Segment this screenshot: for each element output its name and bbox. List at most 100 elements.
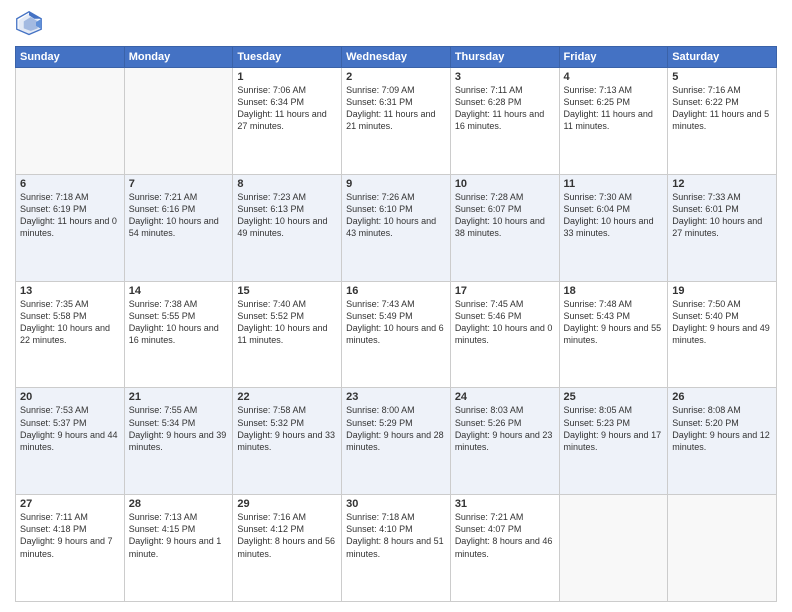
col-header-friday: Friday xyxy=(559,47,668,68)
calendar-cell: 1Sunrise: 7:06 AM Sunset: 6:34 PM Daylig… xyxy=(233,68,342,175)
calendar-cell xyxy=(16,68,125,175)
day-detail: Sunrise: 7:50 AM Sunset: 5:40 PM Dayligh… xyxy=(672,298,772,347)
calendar-cell: 21Sunrise: 7:55 AM Sunset: 5:34 PM Dayli… xyxy=(124,388,233,495)
calendar-cell: 7Sunrise: 7:21 AM Sunset: 6:16 PM Daylig… xyxy=(124,174,233,281)
col-header-monday: Monday xyxy=(124,47,233,68)
day-number: 30 xyxy=(346,498,446,510)
calendar-cell: 2Sunrise: 7:09 AM Sunset: 6:31 PM Daylig… xyxy=(342,68,451,175)
calendar-cell: 24Sunrise: 8:03 AM Sunset: 5:26 PM Dayli… xyxy=(450,388,559,495)
day-detail: Sunrise: 8:03 AM Sunset: 5:26 PM Dayligh… xyxy=(455,404,555,453)
calendar-cell: 10Sunrise: 7:28 AM Sunset: 6:07 PM Dayli… xyxy=(450,174,559,281)
day-detail: Sunrise: 7:28 AM Sunset: 6:07 PM Dayligh… xyxy=(455,191,555,240)
day-number: 4 xyxy=(564,71,664,83)
day-detail: Sunrise: 7:40 AM Sunset: 5:52 PM Dayligh… xyxy=(237,298,337,347)
calendar-row-1: 1Sunrise: 7:06 AM Sunset: 6:34 PM Daylig… xyxy=(16,68,777,175)
day-number: 17 xyxy=(455,285,555,297)
day-number: 13 xyxy=(20,285,120,297)
col-header-sunday: Sunday xyxy=(16,47,125,68)
day-number: 24 xyxy=(455,391,555,403)
day-detail: Sunrise: 7:21 AM Sunset: 4:07 PM Dayligh… xyxy=(455,511,555,560)
calendar-cell: 3Sunrise: 7:11 AM Sunset: 6:28 PM Daylig… xyxy=(450,68,559,175)
day-detail: Sunrise: 7:23 AM Sunset: 6:13 PM Dayligh… xyxy=(237,191,337,240)
day-number: 5 xyxy=(672,71,772,83)
calendar-cell: 16Sunrise: 7:43 AM Sunset: 5:49 PM Dayli… xyxy=(342,281,451,388)
day-number: 16 xyxy=(346,285,446,297)
col-header-saturday: Saturday xyxy=(668,47,777,68)
calendar-cell: 18Sunrise: 7:48 AM Sunset: 5:43 PM Dayli… xyxy=(559,281,668,388)
day-number: 1 xyxy=(237,71,337,83)
calendar-cell: 6Sunrise: 7:18 AM Sunset: 6:19 PM Daylig… xyxy=(16,174,125,281)
day-detail: Sunrise: 7:48 AM Sunset: 5:43 PM Dayligh… xyxy=(564,298,664,347)
day-detail: Sunrise: 7:45 AM Sunset: 5:46 PM Dayligh… xyxy=(455,298,555,347)
logo xyxy=(15,10,47,38)
day-detail: Sunrise: 7:43 AM Sunset: 5:49 PM Dayligh… xyxy=(346,298,446,347)
day-detail: Sunrise: 7:11 AM Sunset: 4:18 PM Dayligh… xyxy=(20,511,120,560)
calendar-table: SundayMondayTuesdayWednesdayThursdayFrid… xyxy=(15,46,777,602)
day-number: 18 xyxy=(564,285,664,297)
day-number: 14 xyxy=(129,285,229,297)
day-detail: Sunrise: 7:18 AM Sunset: 6:19 PM Dayligh… xyxy=(20,191,120,240)
calendar-cell: 22Sunrise: 7:58 AM Sunset: 5:32 PM Dayli… xyxy=(233,388,342,495)
calendar-cell: 5Sunrise: 7:16 AM Sunset: 6:22 PM Daylig… xyxy=(668,68,777,175)
day-number: 21 xyxy=(129,391,229,403)
day-detail: Sunrise: 7:09 AM Sunset: 6:31 PM Dayligh… xyxy=(346,84,446,133)
day-number: 29 xyxy=(237,498,337,510)
day-number: 22 xyxy=(237,391,337,403)
calendar-cell xyxy=(559,495,668,602)
day-detail: Sunrise: 8:00 AM Sunset: 5:29 PM Dayligh… xyxy=(346,404,446,453)
calendar-cell: 28Sunrise: 7:13 AM Sunset: 4:15 PM Dayli… xyxy=(124,495,233,602)
day-number: 15 xyxy=(237,285,337,297)
day-number: 25 xyxy=(564,391,664,403)
col-header-wednesday: Wednesday xyxy=(342,47,451,68)
day-number: 12 xyxy=(672,178,772,190)
day-number: 9 xyxy=(346,178,446,190)
calendar-cell: 19Sunrise: 7:50 AM Sunset: 5:40 PM Dayli… xyxy=(668,281,777,388)
day-detail: Sunrise: 7:21 AM Sunset: 6:16 PM Dayligh… xyxy=(129,191,229,240)
day-detail: Sunrise: 7:06 AM Sunset: 6:34 PM Dayligh… xyxy=(237,84,337,133)
col-header-thursday: Thursday xyxy=(450,47,559,68)
page-header xyxy=(15,10,777,38)
calendar-cell: 8Sunrise: 7:23 AM Sunset: 6:13 PM Daylig… xyxy=(233,174,342,281)
calendar-cell: 13Sunrise: 7:35 AM Sunset: 5:58 PM Dayli… xyxy=(16,281,125,388)
calendar-cell: 4Sunrise: 7:13 AM Sunset: 6:25 PM Daylig… xyxy=(559,68,668,175)
calendar-cell: 29Sunrise: 7:16 AM Sunset: 4:12 PM Dayli… xyxy=(233,495,342,602)
calendar-cell: 30Sunrise: 7:18 AM Sunset: 4:10 PM Dayli… xyxy=(342,495,451,602)
day-detail: Sunrise: 7:13 AM Sunset: 4:15 PM Dayligh… xyxy=(129,511,229,560)
day-number: 31 xyxy=(455,498,555,510)
calendar-cell: 27Sunrise: 7:11 AM Sunset: 4:18 PM Dayli… xyxy=(16,495,125,602)
day-detail: Sunrise: 8:08 AM Sunset: 5:20 PM Dayligh… xyxy=(672,404,772,453)
day-number: 20 xyxy=(20,391,120,403)
day-number: 11 xyxy=(564,178,664,190)
calendar-cell: 9Sunrise: 7:26 AM Sunset: 6:10 PM Daylig… xyxy=(342,174,451,281)
day-detail: Sunrise: 7:18 AM Sunset: 4:10 PM Dayligh… xyxy=(346,511,446,560)
calendar-row-5: 27Sunrise: 7:11 AM Sunset: 4:18 PM Dayli… xyxy=(16,495,777,602)
calendar-cell: 17Sunrise: 7:45 AM Sunset: 5:46 PM Dayli… xyxy=(450,281,559,388)
day-detail: Sunrise: 7:58 AM Sunset: 5:32 PM Dayligh… xyxy=(237,404,337,453)
calendar-cell: 12Sunrise: 7:33 AM Sunset: 6:01 PM Dayli… xyxy=(668,174,777,281)
calendar-cell: 15Sunrise: 7:40 AM Sunset: 5:52 PM Dayli… xyxy=(233,281,342,388)
calendar-cell: 14Sunrise: 7:38 AM Sunset: 5:55 PM Dayli… xyxy=(124,281,233,388)
calendar-cell: 26Sunrise: 8:08 AM Sunset: 5:20 PM Dayli… xyxy=(668,388,777,495)
day-detail: Sunrise: 7:35 AM Sunset: 5:58 PM Dayligh… xyxy=(20,298,120,347)
day-number: 10 xyxy=(455,178,555,190)
day-detail: Sunrise: 8:05 AM Sunset: 5:23 PM Dayligh… xyxy=(564,404,664,453)
day-number: 19 xyxy=(672,285,772,297)
calendar-row-4: 20Sunrise: 7:53 AM Sunset: 5:37 PM Dayli… xyxy=(16,388,777,495)
day-number: 7 xyxy=(129,178,229,190)
day-detail: Sunrise: 7:16 AM Sunset: 4:12 PM Dayligh… xyxy=(237,511,337,560)
col-header-tuesday: Tuesday xyxy=(233,47,342,68)
calendar-cell: 20Sunrise: 7:53 AM Sunset: 5:37 PM Dayli… xyxy=(16,388,125,495)
day-number: 3 xyxy=(455,71,555,83)
day-number: 23 xyxy=(346,391,446,403)
calendar-row-3: 13Sunrise: 7:35 AM Sunset: 5:58 PM Dayli… xyxy=(16,281,777,388)
calendar-cell: 11Sunrise: 7:30 AM Sunset: 6:04 PM Dayli… xyxy=(559,174,668,281)
day-detail: Sunrise: 7:30 AM Sunset: 6:04 PM Dayligh… xyxy=(564,191,664,240)
day-detail: Sunrise: 7:13 AM Sunset: 6:25 PM Dayligh… xyxy=(564,84,664,133)
day-detail: Sunrise: 7:11 AM Sunset: 6:28 PM Dayligh… xyxy=(455,84,555,133)
day-detail: Sunrise: 7:55 AM Sunset: 5:34 PM Dayligh… xyxy=(129,404,229,453)
day-detail: Sunrise: 7:26 AM Sunset: 6:10 PM Dayligh… xyxy=(346,191,446,240)
day-detail: Sunrise: 7:53 AM Sunset: 5:37 PM Dayligh… xyxy=(20,404,120,453)
calendar-row-2: 6Sunrise: 7:18 AM Sunset: 6:19 PM Daylig… xyxy=(16,174,777,281)
calendar-cell: 23Sunrise: 8:00 AM Sunset: 5:29 PM Dayli… xyxy=(342,388,451,495)
day-number: 2 xyxy=(346,71,446,83)
